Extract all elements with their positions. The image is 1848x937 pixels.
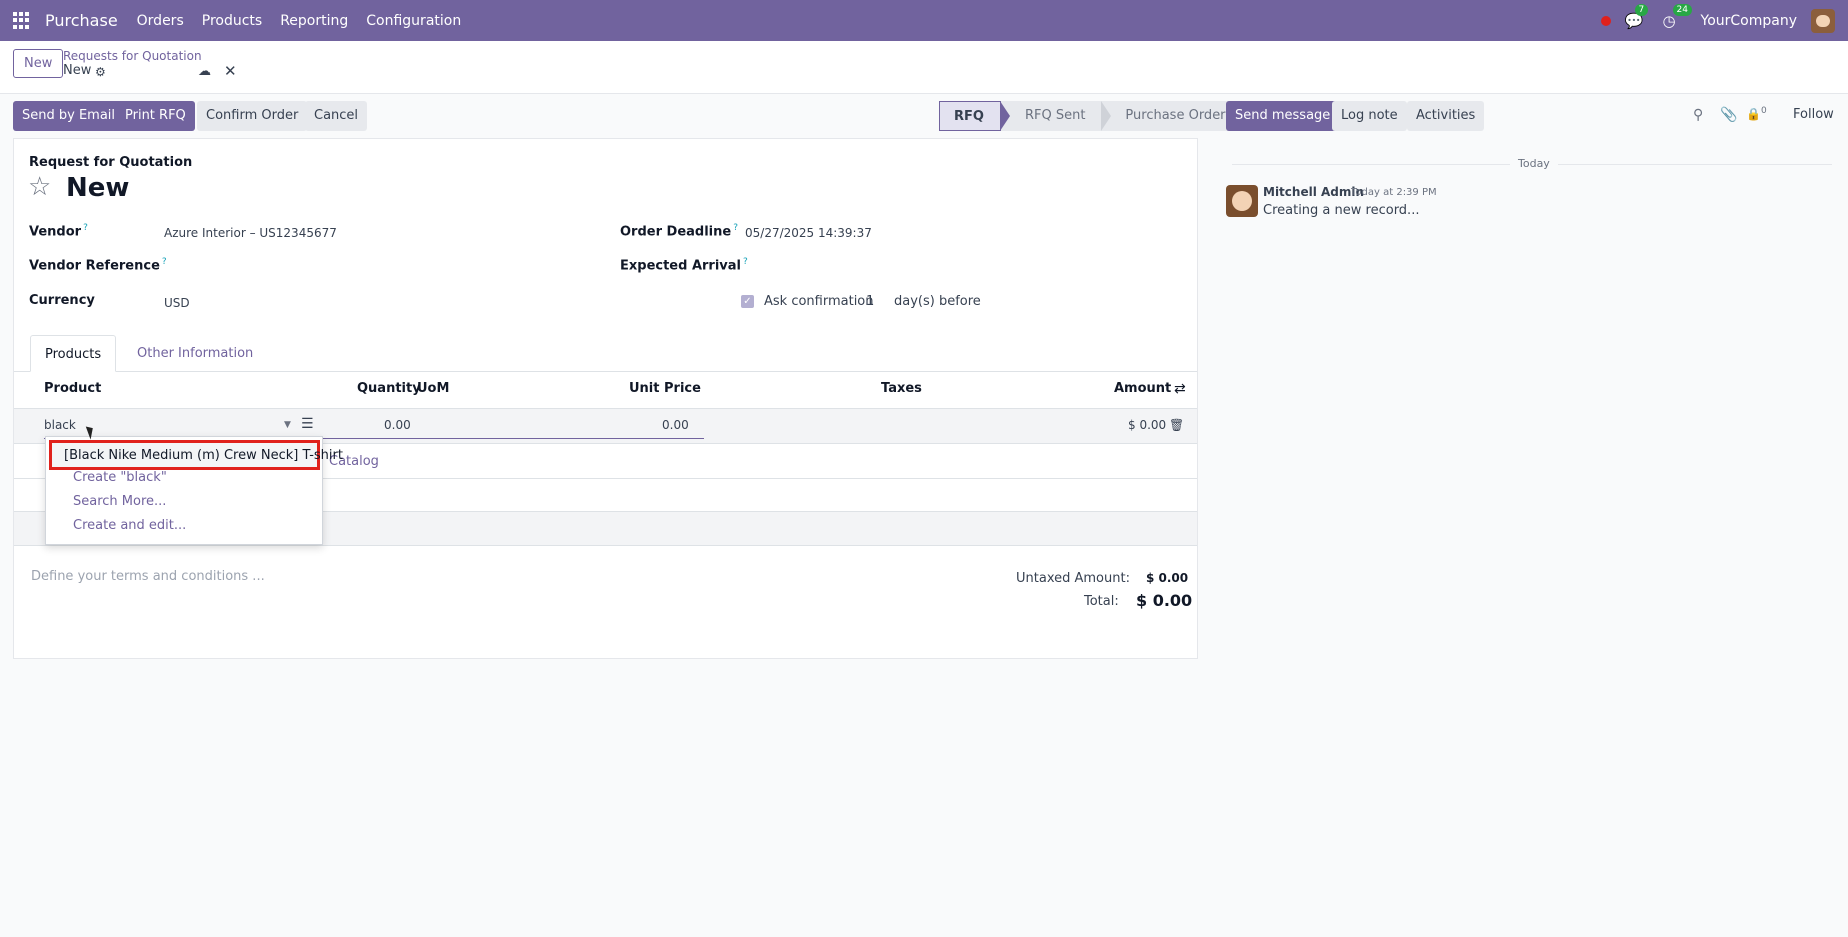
ask-confirmation-days-field[interactable]: 1 <box>866 294 874 309</box>
menu-products[interactable]: Products <box>202 13 262 29</box>
record-title: New <box>66 173 130 203</box>
untaxed-amount-value: $ 0.00 <box>1146 571 1189 585</box>
quantity-input[interactable]: 0.00 <box>384 418 411 432</box>
column-header-taxes[interactable]: Taxes <box>881 381 922 396</box>
cancel-button[interactable]: Cancel <box>305 101 368 131</box>
log-note-button[interactable]: Log note <box>1332 101 1407 131</box>
app-name[interactable]: Purchase <box>45 11 118 30</box>
column-header-product[interactable]: Product <box>44 381 101 396</box>
menu-orders[interactable]: Orders <box>137 13 184 29</box>
autocomplete-create-and-edit-option[interactable]: Create and edit... <box>73 518 186 533</box>
print-rfq-button[interactable]: Print RFQ <box>116 101 195 131</box>
column-header-quantity[interactable]: Quantity <box>357 381 421 396</box>
amount-value: $ 0.00 <box>1128 418 1167 432</box>
follow-button[interactable]: Follow <box>1793 107 1834 122</box>
vendor-reference-field[interactable] <box>164 257 564 275</box>
messages-badge: 7 <box>1634 3 1649 16</box>
unit-price-input[interactable]: 0.00 <box>662 418 689 432</box>
document-type-label: Request for Quotation <box>29 155 193 170</box>
activities-clock-icon[interactable]: ◷ 24 <box>1663 3 1692 30</box>
recording-dot-icon <box>1600 15 1611 26</box>
order-deadline-field[interactable]: 05/27/2025 14:39:37 <box>745 226 872 240</box>
vendor-label: Vendor? <box>29 223 88 240</box>
star-icon[interactable]: ☆ <box>28 173 51 201</box>
company-switcher[interactable]: YourCompany <box>1701 13 1798 29</box>
breadcrumb-current: New <box>63 63 92 78</box>
control-panel: New Requests for Quotation New ⚙ ☁ ✕ <box>0 41 1848 94</box>
product-caret-icon[interactable]: ▼ <box>284 420 291 430</box>
status-bar: RFQ RFQ Sent Purchase Order <box>939 101 1242 131</box>
product-autocomplete-dropdown: [Black Nike Medium (m) Crew Neck] T-shir… <box>45 436 343 545</box>
optional-columns-toggle-icon[interactable]: ⇄ <box>1174 381 1186 397</box>
stage-rfq-sent[interactable]: RFQ Sent <box>1000 101 1112 131</box>
tab-divider <box>14 371 1197 372</box>
discard-close-icon[interactable]: ✕ <box>224 62 237 80</box>
days-before-label: day(s) before <box>894 294 981 309</box>
followers-count: 0 <box>1761 106 1767 116</box>
attachment-paperclip-icon[interactable]: 📎 <box>1720 107 1737 123</box>
column-header-amount[interactable]: Amount <box>1114 381 1171 396</box>
expected-arrival-label: Expected Arrival? <box>620 257 748 274</box>
save-cloud-icon[interactable]: ☁ <box>198 64 211 79</box>
expected-arrival-field[interactable] <box>745 257 1145 275</box>
menu-reporting[interactable]: Reporting <box>280 13 348 29</box>
currency-label: Currency <box>29 293 95 308</box>
tab-other-information[interactable]: Other Information <box>123 335 267 372</box>
message-body: Creating a new record... <box>1263 203 1420 218</box>
untaxed-amount-label: Untaxed Amount: <box>1016 571 1130 586</box>
apps-menu-icon[interactable] <box>13 11 31 30</box>
new-button[interactable]: New <box>13 49 64 78</box>
search-icon[interactable]: ⚲ <box>1693 107 1703 123</box>
stage-purchase-order[interactable]: Purchase Order <box>1101 101 1242 131</box>
currency-field[interactable]: USD <box>164 296 190 310</box>
gear-icon[interactable]: ⚙ <box>95 65 106 79</box>
form-sheet: Request for Quotation ☆ New Vendor? Azur… <box>13 138 1198 659</box>
message-author[interactable]: Mitchell Admin <box>1263 185 1364 199</box>
confirm-order-button[interactable]: Confirm Order <box>197 101 308 131</box>
vendor-field[interactable]: Azure Interior – US12345677 <box>164 226 337 240</box>
terms-and-conditions-field[interactable]: Define your terms and conditions ... <box>31 569 265 584</box>
messages-icon[interactable]: 💬 7 <box>1625 3 1649 30</box>
message-author-avatar[interactable] <box>1226 185 1258 217</box>
order-deadline-label: Order Deadline? <box>620 223 738 240</box>
vendor-reference-label: Vendor Reference? <box>29 257 167 274</box>
tab-products[interactable]: Products <box>30 335 117 372</box>
stage-rfq[interactable]: RFQ <box>939 101 1010 131</box>
user-avatar[interactable] <box>1811 8 1835 33</box>
total-value: $ 0.00 <box>1136 591 1193 610</box>
autocomplete-create-option[interactable]: Create "black" <box>73 470 167 485</box>
message-time: Today at 2:39 PM <box>1351 187 1437 198</box>
date-separator: Today <box>1510 157 1558 170</box>
ask-confirmation-checkbox[interactable]: ✓ <box>741 295 754 308</box>
column-header-unit-price[interactable]: Unit Price <box>629 381 701 396</box>
autocomplete-option-highlighted[interactable]: [Black Nike Medium (m) Crew Neck] T-shir… <box>49 440 343 470</box>
product-input[interactable]: black <box>44 418 76 432</box>
followers-lock-icon[interactable]: 🔒 <box>1746 107 1761 121</box>
top-navbar: Purchase Orders Products Reporting Confi… <box>0 0 1848 41</box>
column-header-uom[interactable]: UoM <box>417 381 449 396</box>
activities-button[interactable]: Activities <box>1407 101 1485 131</box>
delete-row-trash-icon[interactable]: 🗑 <box>1169 418 1184 432</box>
activities-badge: 24 <box>1672 3 1692 16</box>
total-label: Total: <box>1084 594 1119 609</box>
breadcrumb-parent[interactable]: Requests for Quotation <box>63 49 202 63</box>
ask-confirmation-label: Ask confirmation <box>764 294 874 309</box>
send-by-email-button[interactable]: Send by Email <box>13 101 125 131</box>
menu-configuration[interactable]: Configuration <box>366 13 461 29</box>
product-details-icon[interactable]: ☰ <box>301 416 314 432</box>
send-message-button[interactable]: Send message <box>1226 101 1340 131</box>
autocomplete-search-more-option[interactable]: Search More... <box>73 494 166 509</box>
row-divider <box>14 545 1197 546</box>
